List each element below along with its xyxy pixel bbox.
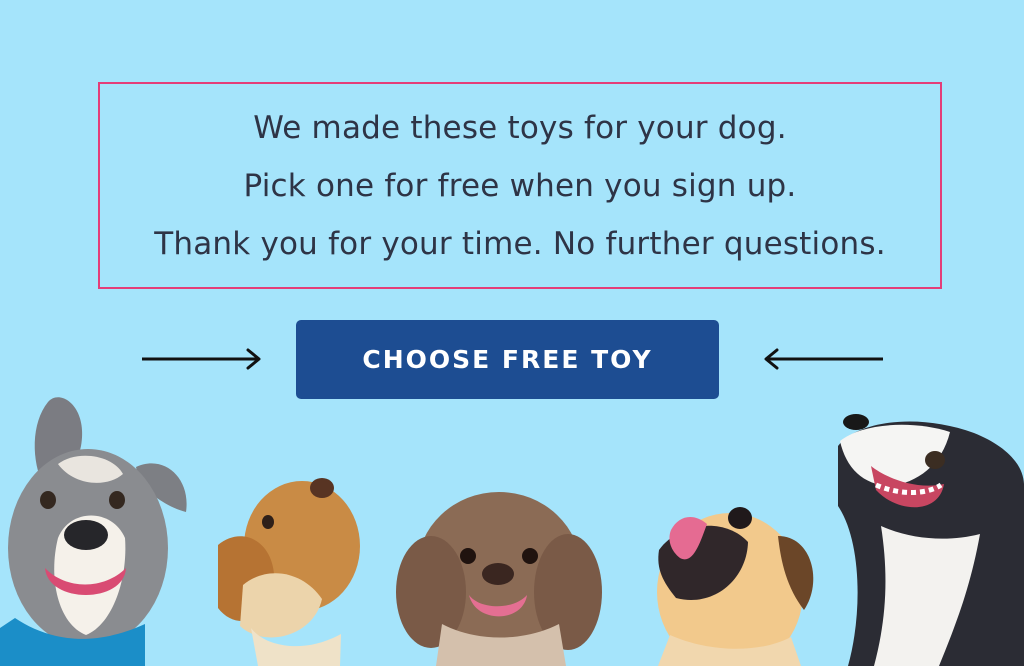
beagle-dog-image xyxy=(218,478,360,666)
message-line-1: We made these toys for your dog. xyxy=(253,109,787,146)
husky-dog-image xyxy=(838,414,1024,666)
right-arrow-icon xyxy=(142,348,261,370)
pit-bull-dog-image xyxy=(0,397,187,666)
fluffy-dog-image xyxy=(396,492,602,666)
pug-dog-image xyxy=(657,507,814,666)
dog-photo-strip xyxy=(0,384,1024,666)
left-arrow-icon xyxy=(764,348,883,370)
message-line-3: Thank you for your time. No further ques… xyxy=(154,225,886,262)
message-line-2: Pick one for free when you sign up. xyxy=(243,167,797,204)
message-box: We made these toys for your dog. Pick on… xyxy=(98,82,942,289)
